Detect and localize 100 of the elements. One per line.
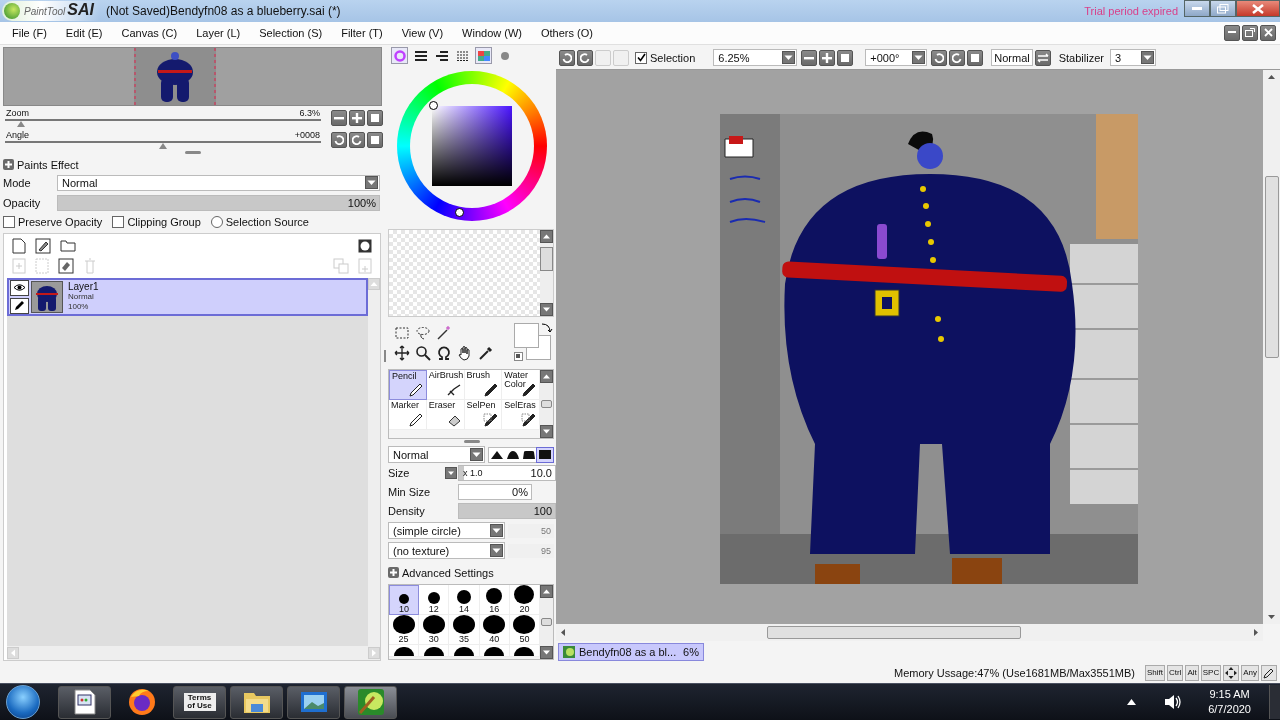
show-desktop-button[interactable] xyxy=(1269,685,1280,720)
angle-dropdown[interactable]: +000° xyxy=(865,49,928,67)
close-button[interactable] xyxy=(1260,24,1276,41)
slider-thumb[interactable] xyxy=(159,142,167,149)
expand-icon[interactable] xyxy=(3,159,14,171)
slider-thumb[interactable] xyxy=(16,120,25,127)
brush-tool-button[interactable]: Pencil xyxy=(389,369,427,400)
scroll-thumb[interactable] xyxy=(540,246,553,271)
brush-tool-button[interactable]: Marker xyxy=(389,399,427,430)
restore-button[interactable] xyxy=(1242,24,1258,41)
color-palette-tab[interactable] xyxy=(475,47,492,65)
new-vector-layer-icon[interactable] xyxy=(35,237,51,254)
zoom-out-button[interactable] xyxy=(331,109,347,126)
brush-tool-button[interactable]: Brush xyxy=(464,369,503,400)
canvas-area[interactable] xyxy=(556,69,1263,624)
magic-wand-icon[interactable] xyxy=(436,324,452,341)
speaker-icon[interactable] xyxy=(1164,694,1183,711)
brush-tool-button[interactable]: AirBrush xyxy=(426,369,465,400)
view-mode-button[interactable]: Normal xyxy=(991,49,1033,67)
menu-item[interactable]: Canvas (C) xyxy=(121,26,178,39)
brush-size-button[interactable]: 10 xyxy=(389,584,420,615)
checkbox[interactable] xyxy=(3,215,15,228)
rotate-right-button[interactable] xyxy=(349,131,365,148)
rotate-right-button[interactable] xyxy=(949,49,966,66)
rotate-icon[interactable] xyxy=(436,344,452,361)
scrollbar[interactable] xyxy=(1263,69,1280,624)
scroll-down-icon[interactable] xyxy=(540,424,553,438)
scroll-thumb[interactable] xyxy=(1264,175,1279,358)
reset-angle-button[interactable] xyxy=(967,49,984,66)
show-hidden-icons-icon[interactable] xyxy=(1127,699,1137,706)
scrollbar[interactable] xyxy=(540,584,553,659)
layer-row[interactable]: Layer1 Normal 100% xyxy=(7,277,368,316)
menu-item[interactable]: View (V) xyxy=(401,26,444,39)
menu-item[interactable]: Window (W) xyxy=(462,26,522,39)
zoom-dropdown[interactable]: 6.25% xyxy=(713,49,798,67)
start-button[interactable] xyxy=(6,685,40,720)
checkbox[interactable] xyxy=(635,51,647,64)
menu-item[interactable]: Others (O) xyxy=(540,26,593,39)
scrollbar[interactable] xyxy=(540,229,553,316)
zoom-in-button[interactable] xyxy=(349,109,365,126)
brush-size-button[interactable]: 16 xyxy=(479,584,510,615)
mode-dropdown[interactable]: Normal xyxy=(57,174,380,191)
new-layer-icon[interactable] xyxy=(12,237,26,254)
expand-icon[interactable] xyxy=(388,567,399,579)
reset-zoom-button[interactable] xyxy=(837,49,854,66)
system-clock[interactable]: 9:15 AM 6/7/2020 xyxy=(1208,687,1251,718)
taskbar-app-button[interactable] xyxy=(230,685,283,719)
scroll-up-icon[interactable] xyxy=(540,229,553,243)
brush-size-button[interactable]: 12 xyxy=(419,584,450,615)
scroll-down-icon[interactable] xyxy=(540,302,553,316)
menu-item[interactable]: Layer (L) xyxy=(196,26,241,39)
min-size-slider[interactable]: 0% xyxy=(458,484,532,501)
brush-size-button[interactable]: 25 xyxy=(389,614,420,645)
scroll-down-icon[interactable] xyxy=(540,645,553,659)
rotate-left-button[interactable] xyxy=(931,49,948,66)
taskbar-app-button[interactable] xyxy=(344,685,397,719)
move-icon[interactable] xyxy=(394,344,410,361)
scroll-thumb[interactable] xyxy=(541,399,552,408)
zoom-icon[interactable] xyxy=(415,344,431,361)
menu-item[interactable]: Filter (T) xyxy=(341,26,383,39)
brush-tool-button[interactable]: SelEras xyxy=(502,399,540,430)
brush-edge-button[interactable] xyxy=(537,447,553,462)
mask-icon[interactable] xyxy=(358,238,372,253)
scroll-up-icon[interactable] xyxy=(540,584,553,598)
caret-icon[interactable] xyxy=(445,467,457,480)
redo-button[interactable] xyxy=(577,49,593,66)
brush-size-button[interactable]: 20 xyxy=(509,584,540,615)
rotate-left-button[interactable] xyxy=(331,131,347,148)
density-slider[interactable]: 100 xyxy=(458,503,556,520)
visibility-toggle[interactable] xyxy=(10,279,29,296)
edit-lock-button[interactable] xyxy=(10,297,29,314)
blend-mode-dropdown[interactable]: Normal xyxy=(388,446,485,464)
scroll-thumb[interactable] xyxy=(541,617,552,626)
taskbar-app-button[interactable] xyxy=(287,685,340,719)
opacity-slider[interactable]: 100% xyxy=(57,194,380,211)
undo-button[interactable] xyxy=(559,49,575,66)
hand-icon[interactable] xyxy=(457,344,473,361)
size-slider[interactable]: x 1.0 10.0 xyxy=(458,465,556,482)
brush-size-button[interactable]: 14 xyxy=(449,584,480,615)
stabilizer-dropdown[interactable]: 3 xyxy=(1109,49,1156,67)
scroll-up-icon[interactable] xyxy=(540,369,553,383)
minimize-button[interactable] xyxy=(1184,0,1210,17)
reset-angle-button[interactable] xyxy=(367,131,383,148)
eyedropper-icon[interactable] xyxy=(478,344,494,361)
scrollbar[interactable] xyxy=(540,369,553,438)
brush-size-button[interactable]: 35 xyxy=(449,614,480,645)
color-swatches-drawing[interactable] xyxy=(514,322,554,363)
menu-item[interactable]: File (F) xyxy=(12,26,47,39)
menu-item[interactable]: Selection (S) xyxy=(259,26,323,39)
menu-item[interactable]: Edit (E) xyxy=(65,26,103,39)
flip-button[interactable] xyxy=(1034,49,1051,66)
maximize-button[interactable] xyxy=(1210,0,1236,17)
folder-icon[interactable] xyxy=(60,239,76,253)
eraser-icon[interactable] xyxy=(58,257,74,274)
brush-shape-dropdown[interactable]: (simple circle) xyxy=(388,522,505,540)
scroll-thumb[interactable] xyxy=(767,625,1021,639)
minimize-button[interactable] xyxy=(1224,24,1240,41)
lasso-icon[interactable] xyxy=(415,324,431,341)
taskbar-app-button[interactable] xyxy=(58,685,111,719)
taskbar-app-button[interactable]: Terms of Use xyxy=(173,685,226,719)
